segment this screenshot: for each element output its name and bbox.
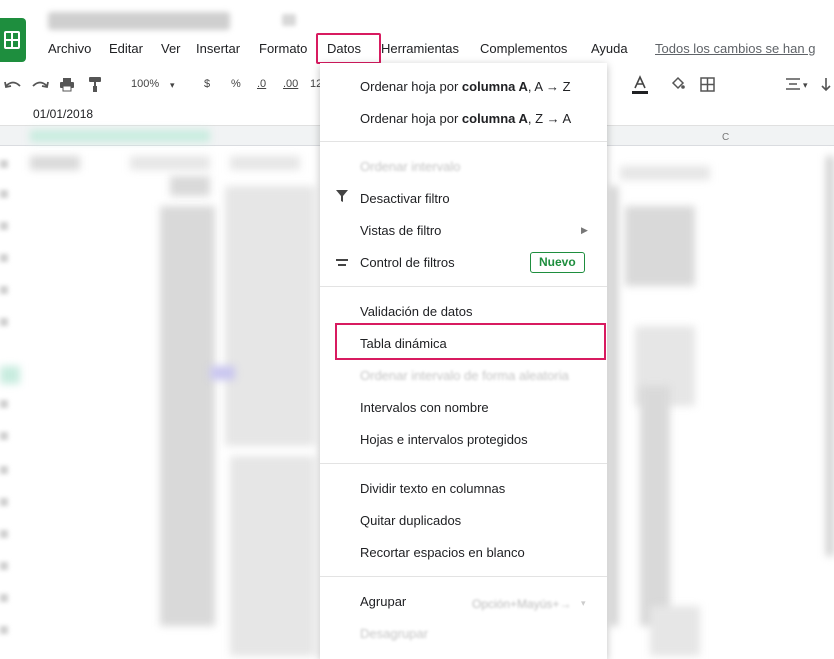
column-letter-c: C xyxy=(722,132,730,143)
menu-insertar[interactable]: Insertar xyxy=(196,41,240,56)
align-chevron-icon[interactable]: ▾ xyxy=(803,80,808,91)
menu-item-filter-views[interactable]: Vistas de filtro xyxy=(360,223,441,238)
data-menu-dropdown: Ordenar hoja por columna A, A → Z Ordena… xyxy=(320,63,607,659)
sort-az-column: columna A xyxy=(461,79,528,94)
menu-item-randomize: Ordenar intervalo de forma aleatoria xyxy=(360,368,569,383)
blurred-cell xyxy=(650,606,700,656)
menu-item-remove-duplicates[interactable]: Quitar duplicados xyxy=(360,513,461,528)
submenu-arrow-icon: ▶ xyxy=(581,225,588,235)
increase-decimals-button[interactable]: .00 xyxy=(283,78,298,90)
zoom-select[interactable]: 100% xyxy=(131,78,159,90)
sheets-grid-icon xyxy=(4,31,20,49)
row-number xyxy=(0,498,8,506)
menu-item-data-validation[interactable]: Validación de datos xyxy=(360,304,473,319)
row-number xyxy=(0,254,8,262)
row-number xyxy=(0,530,8,538)
blurred-column xyxy=(625,206,695,286)
decrease-decimals-button[interactable]: .0 xyxy=(257,78,266,90)
fill-color-icon[interactable] xyxy=(671,76,685,90)
blurred-column xyxy=(640,386,670,626)
blurred-cell xyxy=(230,156,300,170)
paint-format-icon[interactable] xyxy=(87,76,103,93)
menu-item-sort-az[interactable]: Ordenar hoja por columna A, A → Z xyxy=(360,79,571,94)
menu-editar[interactable]: Editar xyxy=(109,41,143,56)
sort-za-suffix: , Z → A xyxy=(527,111,572,126)
menu-item-ungroup: Desagrupar xyxy=(360,626,428,641)
row-number xyxy=(0,562,8,570)
menu-item-sort-range: Ordenar intervalo xyxy=(360,159,461,174)
pivot-table-highlight-box xyxy=(335,323,606,360)
undo-icon[interactable] xyxy=(4,79,22,91)
menu-separator xyxy=(320,576,607,577)
slicer-icon xyxy=(336,256,348,271)
row-number xyxy=(0,626,8,634)
blurred-column xyxy=(230,456,315,656)
blurred-column xyxy=(225,186,315,446)
sort-az-prefix: Ordenar hoja por xyxy=(360,79,462,94)
menu-ayuda[interactable]: Ayuda xyxy=(591,41,628,56)
blurred-column-edge xyxy=(610,186,618,626)
blurred-cell xyxy=(210,366,235,380)
row-number xyxy=(0,160,8,168)
row-number xyxy=(0,318,8,326)
valign-icon[interactable] xyxy=(820,77,832,92)
row-number xyxy=(0,222,8,230)
menu-item-trim-whitespace[interactable]: Recortar espacios en blanco xyxy=(360,545,525,560)
menu-item-slicer[interactable]: Control de filtros xyxy=(360,255,455,270)
group-shortcut: Opción+Mayús+→ xyxy=(472,597,572,611)
selected-column-header xyxy=(30,130,210,142)
blurred-cell xyxy=(170,176,210,196)
row-number xyxy=(0,594,8,602)
blurred-cell xyxy=(620,166,710,180)
row-number xyxy=(0,286,8,294)
group-chevron-icon: ▾ xyxy=(581,598,586,608)
menu-item-protected-ranges[interactable]: Hojas e intervalos protegidos xyxy=(360,432,528,447)
row-number xyxy=(0,400,8,408)
row-number xyxy=(0,432,8,440)
menu-separator xyxy=(320,141,607,142)
star-icon[interactable] xyxy=(282,14,296,26)
new-badge: Nuevo xyxy=(530,252,585,273)
borders-icon[interactable] xyxy=(700,77,715,92)
currency-button[interactable]: $ xyxy=(204,78,210,90)
datos-highlight-box xyxy=(316,33,381,64)
menu-formato[interactable]: Formato xyxy=(259,41,307,56)
menu-item-split-text[interactable]: Dividir texto en columnas xyxy=(360,481,505,496)
blurred-cell xyxy=(130,156,210,170)
selected-row-marker xyxy=(0,366,20,384)
sort-za-prefix: Ordenar hoja por xyxy=(360,111,462,126)
menu-separator xyxy=(320,463,607,464)
percent-button[interactable]: % xyxy=(231,78,241,90)
text-color-icon[interactable] xyxy=(631,75,649,95)
document-title[interactable] xyxy=(48,12,230,30)
menu-ver[interactable]: Ver xyxy=(161,41,181,56)
sheets-logo[interactable] xyxy=(0,18,26,62)
menu-archivo[interactable]: Archivo xyxy=(48,41,91,56)
sort-az-suffix: , A → Z xyxy=(527,79,571,94)
row-number xyxy=(0,190,8,198)
blurred-cell xyxy=(30,156,80,170)
menu-item-sort-za[interactable]: Ordenar hoja por columna A, Z → A xyxy=(360,111,571,126)
menu-herramientas[interactable]: Herramientas xyxy=(381,41,459,56)
menu-item-named-ranges[interactable]: Intervalos con nombre xyxy=(360,400,489,415)
blurred-column-edge xyxy=(826,156,834,556)
menu-item-filter-off[interactable]: Desactivar filtro xyxy=(360,191,450,206)
formula-bar-value[interactable]: 01/01/2018 xyxy=(33,107,93,121)
align-icon[interactable] xyxy=(785,78,801,90)
save-status-link[interactable]: Todos los cambios se han g xyxy=(655,41,815,56)
menu-item-group[interactable]: Agrupar xyxy=(360,594,406,609)
print-icon[interactable] xyxy=(59,77,75,93)
zoom-chevron-icon[interactable]: ▾ xyxy=(170,80,175,91)
sort-za-column: columna A xyxy=(461,111,528,126)
filter-icon xyxy=(336,190,348,205)
blurred-column xyxy=(160,206,215,626)
redo-icon[interactable] xyxy=(31,79,49,91)
row-number xyxy=(0,466,8,474)
menu-separator xyxy=(320,286,607,287)
menu-complementos[interactable]: Complementos xyxy=(480,41,567,56)
